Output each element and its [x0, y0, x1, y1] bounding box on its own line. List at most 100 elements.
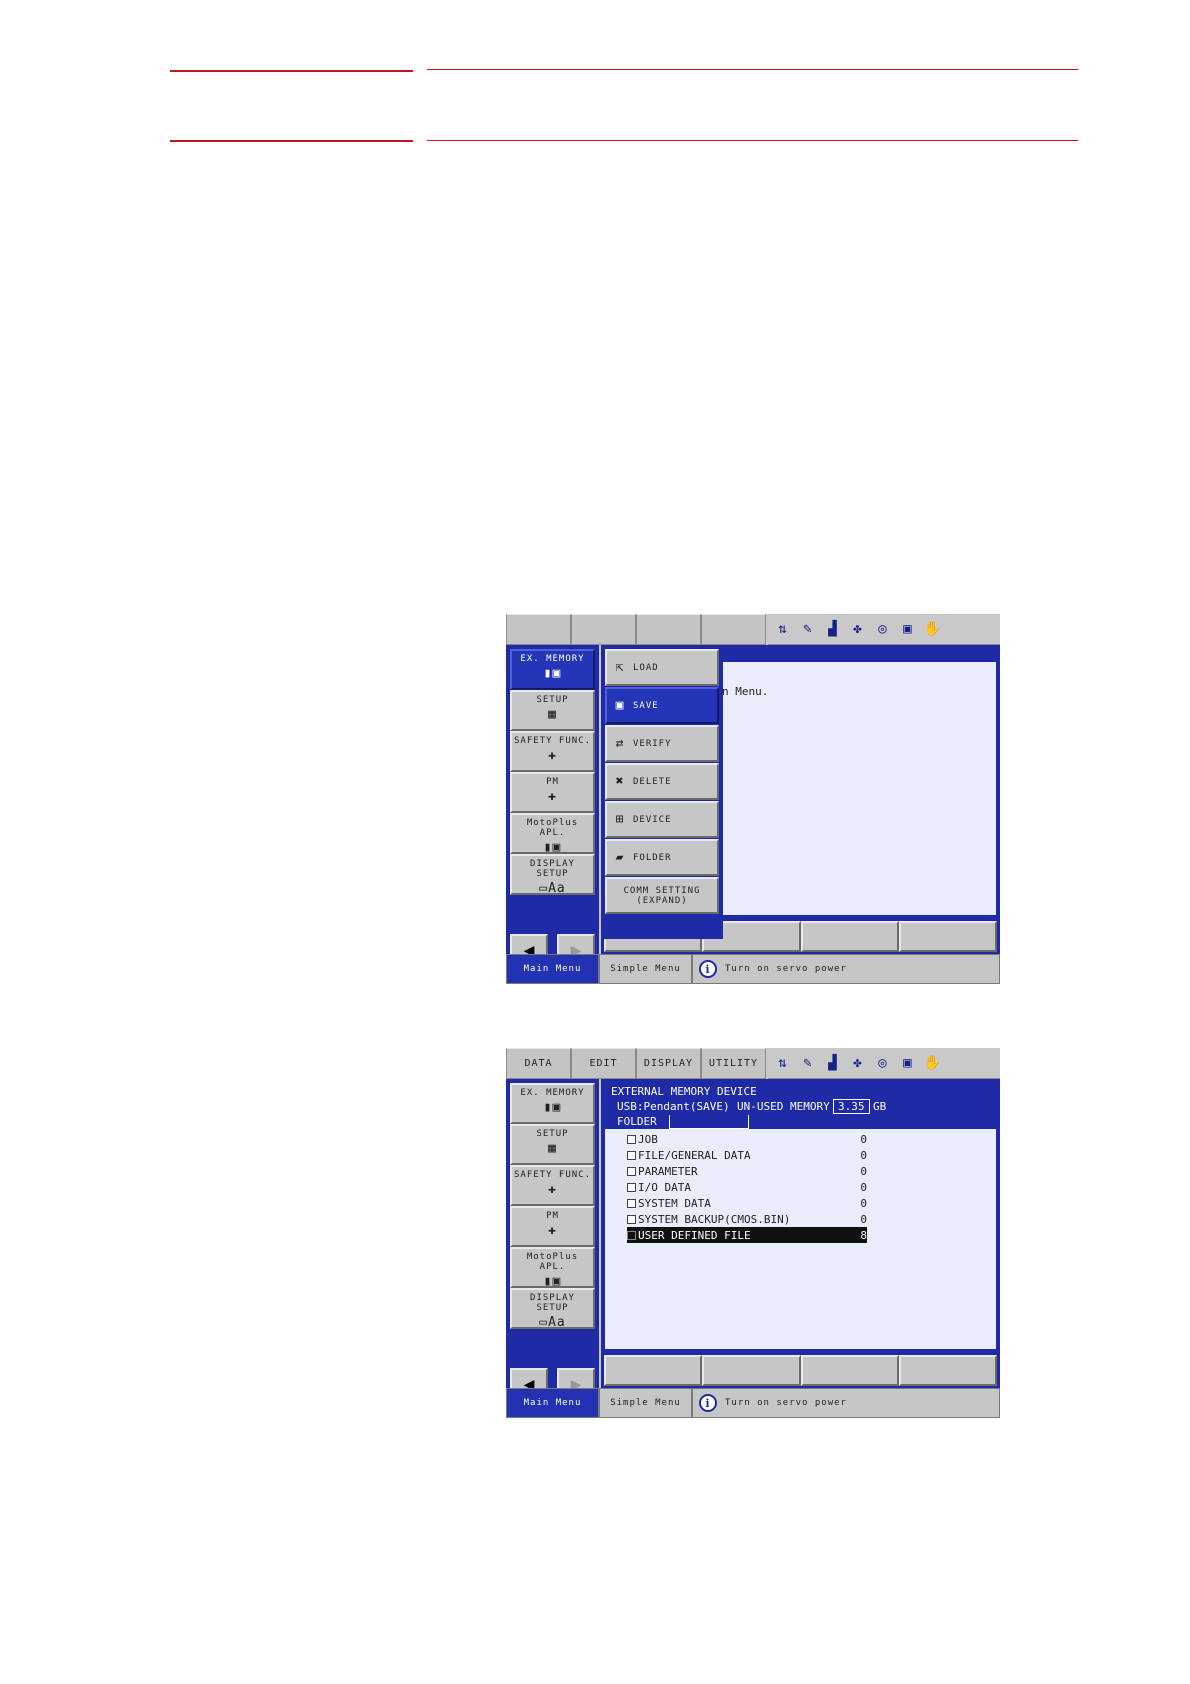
list-item-name: SYSTEM DATA: [638, 1196, 711, 1210]
main-menu-item[interactable]: DISPLAY SETUP ▭Aa: [510, 854, 595, 896]
main-menu-panel: EX. MEMORY ▮▣ SETUP ▦ SAFETY FUNC. ✚ PM ✚ MotoPl…: [506, 1079, 599, 1400]
function-key[interactable]: [604, 1355, 703, 1386]
submenu-item[interactable]: ▰ FOLDER: [605, 839, 719, 876]
main-menu-panel: EX. MEMORY ▮▣ SETUP ▦ SAFETY FUNC. ✚ PM ✚ MotoPl…: [506, 645, 599, 966]
main-menu-item[interactable]: SETUP ▦: [510, 690, 595, 731]
tab-2[interactable]: [571, 614, 636, 645]
main-menu-item[interactable]: SAFETY FUNC. ✚: [510, 731, 595, 772]
list-item[interactable]: PARAMETER 0: [627, 1163, 867, 1179]
tab-1[interactable]: [506, 614, 571, 645]
main-menu-button[interactable]: Main Menu: [506, 954, 599, 984]
list-item[interactable]: I/O DATA 0: [627, 1179, 867, 1195]
list-item[interactable]: USER DEFINED FILE 8: [627, 1227, 867, 1243]
display-setup-icon: ▭Aa: [539, 1315, 566, 1330]
menu-tabs: [506, 614, 766, 645]
submenu-item-label: COMM SETTING: [623, 885, 701, 896]
list-item-name: PARAMETER: [638, 1164, 698, 1178]
main-menu-item-label: DISPLAY SETUP: [530, 859, 575, 879]
save-icon: ▣: [615, 698, 625, 713]
first-aid-kit-icon: ✚: [548, 1223, 557, 1238]
function-key[interactable]: [898, 921, 997, 952]
submenu-item[interactable]: COMM SETTING (EXPAND): [605, 877, 719, 914]
list-item[interactable]: FILE/GENERAL DATA 0: [627, 1147, 867, 1163]
main-menu-item[interactable]: PM ✚: [510, 1206, 595, 1247]
bottom-bar: Main Menu Simple Menu i Turn on servo po…: [506, 1388, 1000, 1418]
list-item-count: 8: [860, 1228, 867, 1242]
function-key[interactable]: [800, 921, 899, 952]
main-menu-item-label: PM: [546, 777, 559, 787]
function-key[interactable]: [800, 1355, 899, 1386]
checkbox[interactable]: [627, 1150, 636, 1160]
info-icon: i: [699, 960, 717, 978]
main-menu-item[interactable]: EX. MEMORY ▮▣: [510, 1083, 595, 1124]
list-item-name: USER DEFINED FILE: [638, 1228, 751, 1242]
list-item[interactable]: JOB 0: [627, 1131, 867, 1147]
checkbox[interactable]: [627, 1230, 636, 1240]
main-menu-item-label: SAFETY FUNC.: [513, 1170, 592, 1180]
main-menu-item[interactable]: EX. MEMORY ▮▣: [510, 649, 595, 690]
folder-icon: ▰: [615, 850, 625, 865]
submenu-item-label: LOAD: [633, 662, 659, 673]
main-menu-item-label: PM: [546, 1211, 559, 1221]
edit-mode-icon: ✎: [803, 621, 812, 637]
function-key[interactable]: [702, 1355, 801, 1386]
checkbox[interactable]: [627, 1182, 636, 1192]
menu-tabs: DATA EDIT DISPLAY UTILITY: [506, 1048, 766, 1079]
checkbox[interactable]: [627, 1214, 636, 1224]
submenu-item[interactable]: ⊞ DEVICE: [605, 801, 719, 838]
unused-memory-unit: GB: [873, 1100, 887, 1113]
tab-3[interactable]: [636, 614, 701, 645]
folder-label: FOLDER: [617, 1115, 657, 1128]
list-item[interactable]: SYSTEM BACKUP(CMOS.BIN) 0: [627, 1211, 867, 1227]
status-message: Turn on servo power: [725, 1398, 847, 1408]
submenu-item[interactable]: ✖ DELETE: [605, 763, 719, 800]
status-message: Turn on servo power: [725, 964, 847, 974]
main-menu-item[interactable]: MotoPlus APL. ▮▣: [510, 813, 595, 855]
checkbox[interactable]: [627, 1166, 636, 1176]
delete-icon: ✖: [615, 774, 625, 789]
submenu-item[interactable]: ⇱ LOAD: [605, 649, 719, 686]
device-header: EXTERNAL MEMORY DEVICE USB:Pendant(SAVE)…: [605, 1083, 996, 1129]
simple-menu-button[interactable]: Simple Menu: [599, 954, 692, 984]
signal-icon: ▟: [828, 1055, 837, 1071]
ex-memory-submenu: ⇱ LOAD ▣ SAVE ⇄ VERIFY ✖ DELETE ⊞ DEVICE ▰ FOLDER CO…: [601, 645, 723, 939]
main-menu-item[interactable]: PM ✚: [510, 772, 595, 813]
checkbox[interactable]: [627, 1198, 636, 1208]
function-key[interactable]: [898, 1355, 997, 1386]
simple-menu-button[interactable]: Simple Menu: [599, 1388, 692, 1418]
list-item-name: I/O DATA: [638, 1180, 691, 1194]
list-item-name: FILE/GENERAL DATA: [638, 1148, 751, 1162]
submenu-item[interactable]: ⇄ VERIFY: [605, 725, 719, 762]
main-menu-button[interactable]: Main Menu: [506, 1388, 599, 1418]
sd-card-icon: ▮▣: [543, 840, 562, 855]
status-icon-bar: ⇅ ✎ ▟ ✤ ◎ ▣ ✋: [768, 614, 1000, 645]
main-menu-item-label: DISPLAY SETUP: [530, 1293, 575, 1313]
tab-utility[interactable]: UTILITY: [701, 1048, 766, 1079]
main-menu-item[interactable]: SAFETY FUNC. ✚: [510, 1165, 595, 1206]
main-menu-item[interactable]: DISPLAY SETUP ▭Aa: [510, 1288, 595, 1330]
pendant-screen-external-memory-device: DATA EDIT DISPLAY UTILITY ⇅ ✎ ▟ ✤ ◎ ▣ ✋ EXTERN…: [506, 1048, 1000, 1418]
tab-display[interactable]: DISPLAY: [636, 1048, 701, 1079]
list-item-name: SYSTEM BACKUP(CMOS.BIN): [638, 1212, 791, 1226]
folder-field[interactable]: [669, 1115, 749, 1129]
tool-icon: ◎: [878, 1055, 887, 1071]
main-menu-item[interactable]: MotoPlus APL. ▮▣: [510, 1247, 595, 1289]
hint-text: n Menu.: [722, 685, 769, 698]
data-list: JOB 0 FILE/GENERAL DATA 0 PARAMETER 0 I/O DATA…: [627, 1131, 867, 1243]
main-menu-item-label: SETUP: [536, 695, 569, 705]
submenu-item[interactable]: ▣ SAVE: [605, 687, 719, 724]
checkbox[interactable]: [627, 1134, 636, 1144]
setup-icon: ▦: [548, 707, 557, 722]
main-menu-item[interactable]: SETUP ▦: [510, 1124, 595, 1165]
sd-card-icon: ▮▣: [543, 1100, 562, 1115]
main-menu-item-label: EX. MEMORY: [520, 654, 585, 664]
first-aid-kit-icon: ✚: [548, 789, 557, 804]
list-item-name: JOB: [638, 1132, 658, 1146]
monitor-icon: ▣: [903, 621, 912, 637]
list-item[interactable]: SYSTEM DATA 0: [627, 1195, 867, 1211]
message-area: i Turn on servo power: [692, 954, 1000, 984]
tab-data[interactable]: DATA: [506, 1048, 571, 1079]
tab-edit[interactable]: EDIT: [571, 1048, 636, 1079]
tab-4[interactable]: [701, 614, 766, 645]
pendant-screen-save-menu: ⇅ ✎ ▟ ✤ ◎ ▣ ✋ n Menu. EX. MEMORY ▮▣ SETUP ▦ SAFETY…: [506, 614, 1000, 984]
